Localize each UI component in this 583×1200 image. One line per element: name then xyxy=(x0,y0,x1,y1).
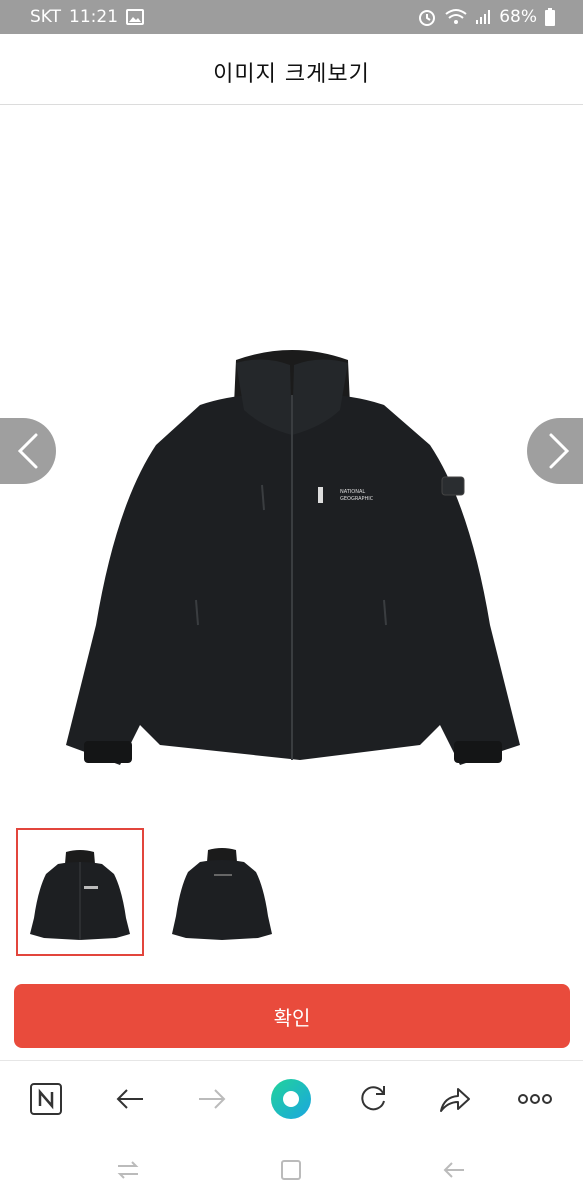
jacket-back-thumbnail xyxy=(172,848,272,940)
home-icon xyxy=(281,1160,301,1180)
naver-home-button[interactable] xyxy=(24,1077,68,1121)
jacket-front-thumbnail xyxy=(30,850,130,940)
recent-apps-button[interactable] xyxy=(108,1154,148,1186)
wifi-icon xyxy=(445,8,467,26)
naver-icon xyxy=(30,1083,62,1115)
battery-percent: 68% xyxy=(499,7,537,27)
share-icon xyxy=(440,1088,470,1112)
battery-icon xyxy=(545,8,555,26)
browser-forward-button[interactable] xyxy=(190,1077,234,1121)
more-icon xyxy=(518,1094,552,1104)
browser-back-button[interactable] xyxy=(108,1077,152,1121)
back-icon xyxy=(443,1162,464,1178)
share-button[interactable] xyxy=(433,1077,477,1121)
product-image-main[interactable]: NATIONAL GEOGRAPHIC xyxy=(0,105,583,825)
system-back-button[interactable] xyxy=(434,1154,474,1186)
page-header: 이미지 크게보기 xyxy=(0,34,583,105)
browser-toolbar xyxy=(0,1060,583,1137)
gallery-icon xyxy=(126,9,145,25)
signal-icon xyxy=(475,9,491,25)
green-dot-icon xyxy=(271,1079,311,1119)
carrier-label: SKT xyxy=(30,7,62,27)
thumbnail-front[interactable] xyxy=(16,828,144,956)
logo-text-line2: GEOGRAPHIC xyxy=(340,496,374,502)
alarm-icon xyxy=(417,8,437,26)
logo-text-line1: NATIONAL xyxy=(340,489,365,495)
chevron-right-icon xyxy=(549,433,570,469)
time-label: 11:21 xyxy=(69,7,119,27)
page-title: 이미지 크게보기 xyxy=(213,62,370,87)
back-arrow-icon xyxy=(116,1089,143,1109)
home-button[interactable] xyxy=(271,1154,311,1186)
jacket-front-image: NATIONAL GEOGRAPHIC xyxy=(66,350,520,765)
thumbnail-strip xyxy=(0,826,583,958)
system-nav-bar xyxy=(0,1138,583,1200)
more-button[interactable] xyxy=(513,1077,557,1121)
green-dot-button[interactable] xyxy=(269,1077,313,1121)
refresh-button[interactable] xyxy=(351,1077,395,1121)
confirm-button[interactable]: 확인 xyxy=(14,984,570,1048)
recent-apps-icon xyxy=(117,1161,139,1179)
refresh-icon xyxy=(361,1086,385,1111)
thumbnail-back[interactable] xyxy=(158,828,286,956)
forward-arrow-icon xyxy=(199,1089,226,1109)
chevron-left-icon xyxy=(17,433,38,469)
status-bar: SKT 11:21 68% xyxy=(0,0,583,34)
